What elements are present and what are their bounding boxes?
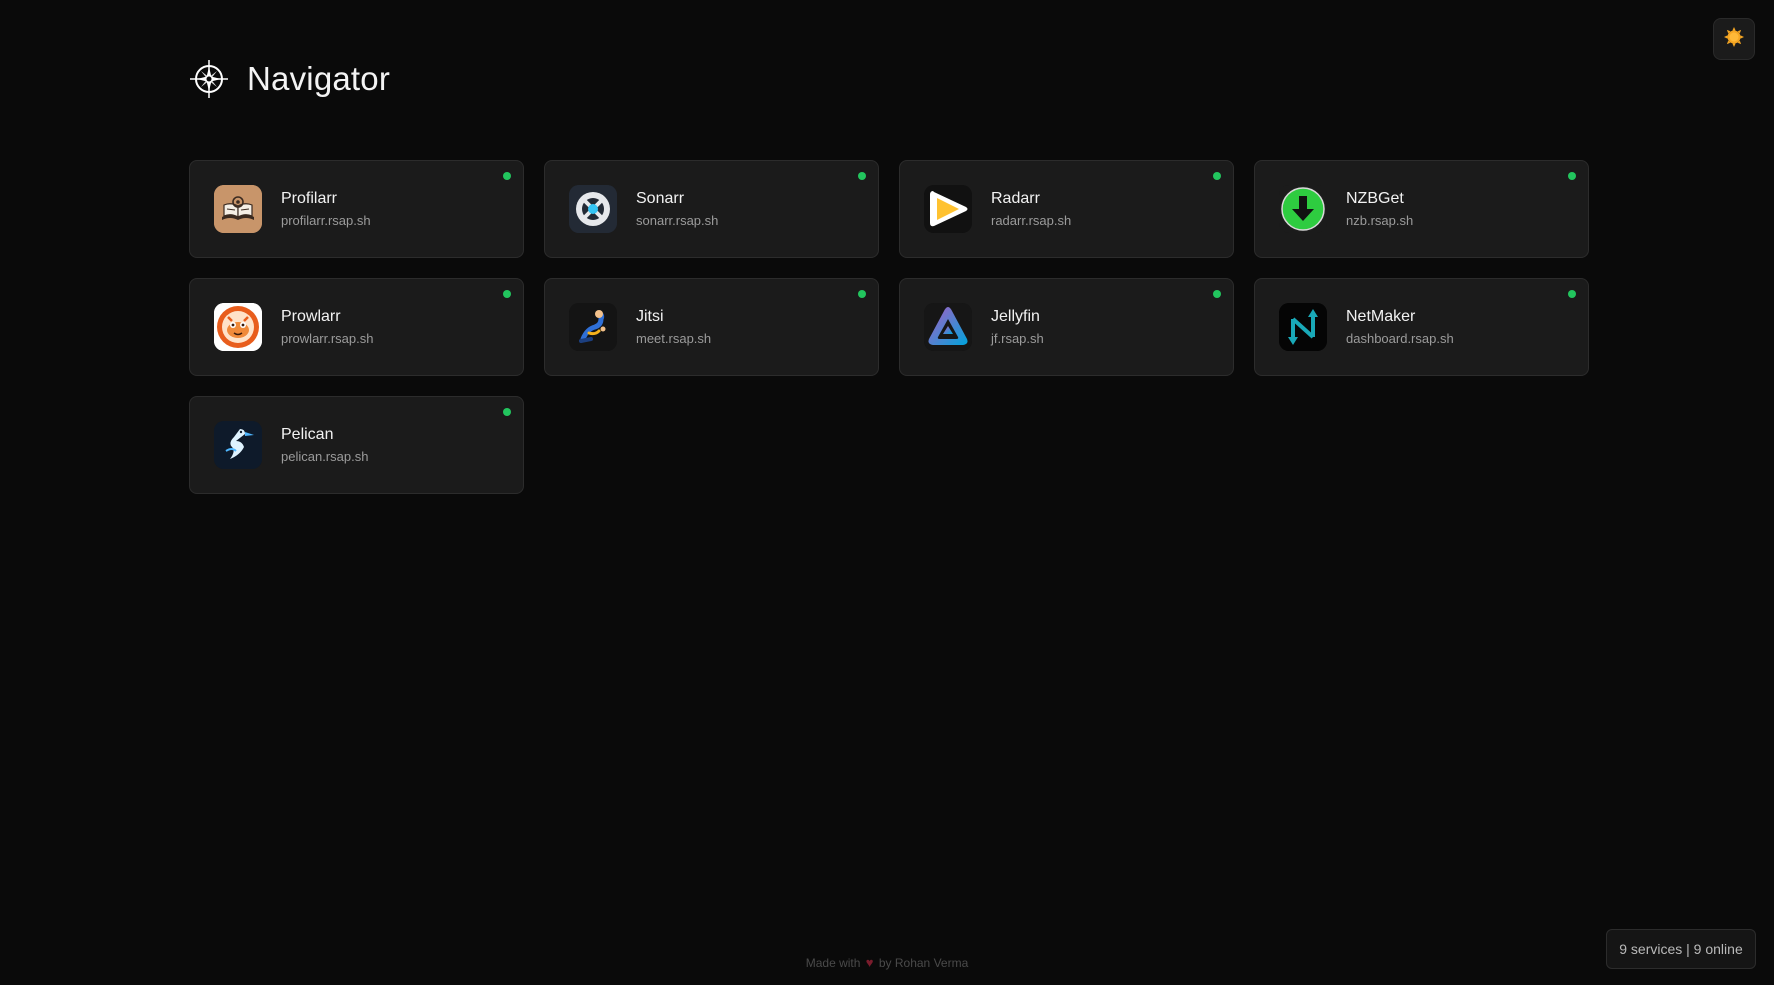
pelican-icon bbox=[214, 421, 262, 469]
service-card-jellyfin[interactable]: Jellyfin jf.rsap.sh bbox=[899, 278, 1234, 376]
sonarr-icon bbox=[569, 185, 617, 233]
service-card-profilarr[interactable]: Profilarr profilarr.rsap.sh bbox=[189, 160, 524, 258]
service-url: radarr.rsap.sh bbox=[991, 213, 1072, 228]
service-name: NetMaker bbox=[1346, 308, 1416, 325]
compass-icon bbox=[189, 59, 229, 99]
service-url: dashboard.rsap.sh bbox=[1346, 331, 1454, 346]
service-name: NZBGet bbox=[1346, 190, 1404, 207]
service-url: sonarr.rsap.sh bbox=[636, 213, 719, 228]
service-card-prowlarr[interactable]: Prowlarr prowlarr.rsap.sh bbox=[189, 278, 524, 376]
service-name: Jitsi bbox=[636, 308, 664, 325]
service-url: prowlarr.rsap.sh bbox=[281, 331, 374, 346]
status-online-indicator bbox=[503, 408, 511, 416]
service-card-nzbget[interactable]: NZBGet nzb.rsap.sh bbox=[1254, 160, 1589, 258]
status-online-indicator bbox=[1213, 290, 1221, 298]
sun-icon bbox=[1723, 26, 1745, 53]
heart-icon: ♥ bbox=[865, 955, 874, 970]
service-url: pelican.rsap.sh bbox=[281, 449, 369, 464]
service-name: Radarr bbox=[991, 190, 1040, 207]
netmaker-icon bbox=[1279, 303, 1327, 351]
services-grid: Profilarr profilarr.rsap.sh Sonarr sonar… bbox=[189, 160, 1589, 494]
nzbget-icon bbox=[1279, 185, 1327, 233]
service-card-radarr[interactable]: Radarr radarr.rsap.sh bbox=[899, 160, 1234, 258]
service-card-sonarr[interactable]: Sonarr sonarr.rsap.sh bbox=[544, 160, 879, 258]
status-online-indicator bbox=[1568, 172, 1576, 180]
footer: Made with ♥ by Rohan Verma bbox=[0, 955, 1774, 970]
status-summary-badge: 9 services | 9 online bbox=[1606, 929, 1756, 969]
service-url: meet.rsap.sh bbox=[636, 331, 712, 346]
jellyfin-icon bbox=[924, 303, 972, 351]
radarr-icon bbox=[924, 185, 972, 233]
status-online-indicator bbox=[503, 290, 511, 298]
footer-made-with: Made with bbox=[805, 956, 861, 970]
service-card-netmaker[interactable]: NetMaker dashboard.rsap.sh bbox=[1254, 278, 1589, 376]
status-online-indicator bbox=[1213, 172, 1221, 180]
service-card-pelican[interactable]: Pelican pelican.rsap.sh bbox=[189, 396, 524, 494]
theme-toggle-button[interactable] bbox=[1713, 18, 1755, 60]
service-name: Jellyfin bbox=[991, 308, 1040, 325]
page: Navigator Profilarr profilarr.rsap.sh So… bbox=[0, 0, 1774, 985]
service-url: jf.rsap.sh bbox=[991, 331, 1044, 346]
header: Navigator bbox=[189, 57, 390, 101]
jitsi-icon bbox=[569, 303, 617, 351]
service-name: Prowlarr bbox=[281, 308, 341, 325]
status-online-indicator bbox=[858, 290, 866, 298]
status-online-indicator bbox=[858, 172, 866, 180]
service-name: Pelican bbox=[281, 426, 334, 443]
service-url: profilarr.rsap.sh bbox=[281, 213, 371, 228]
service-card-jitsi[interactable]: Jitsi meet.rsap.sh bbox=[544, 278, 879, 376]
service-name: Profilarr bbox=[281, 190, 338, 207]
profilarr-icon bbox=[214, 185, 262, 233]
footer-author: by Rohan Verma bbox=[878, 956, 969, 970]
service-url: nzb.rsap.sh bbox=[1346, 213, 1414, 228]
status-online-indicator bbox=[1568, 290, 1576, 298]
service-name: Sonarr bbox=[636, 190, 685, 207]
status-online-indicator bbox=[503, 172, 511, 180]
prowlarr-icon bbox=[214, 303, 262, 351]
page-title: Navigator bbox=[247, 60, 391, 97]
